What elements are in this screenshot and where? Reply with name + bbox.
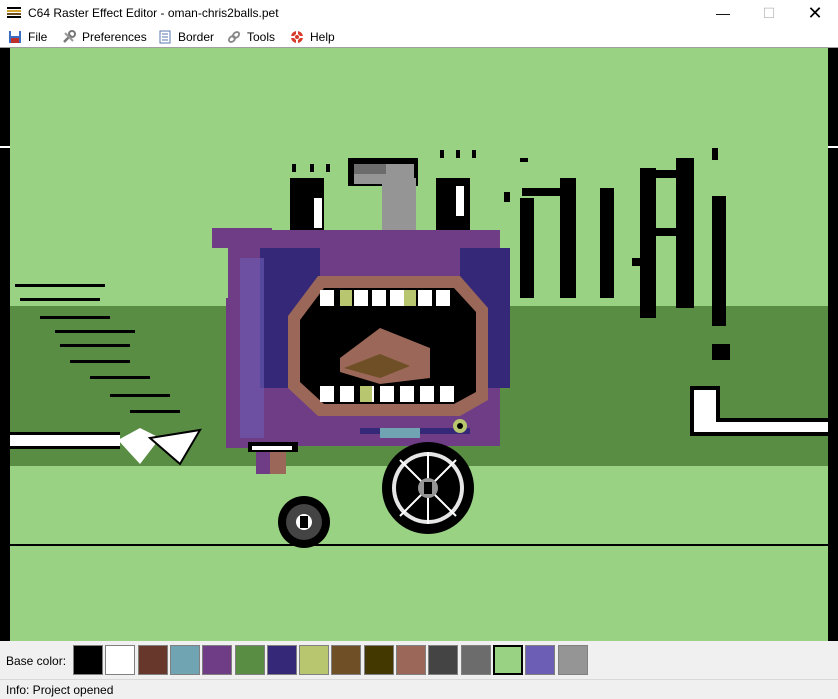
- color-swatch[interactable]: [460, 645, 491, 675]
- minimize-button[interactable]: —: [700, 0, 746, 26]
- color-swatch[interactable]: [169, 645, 200, 675]
- raster-canvas[interactable]: [0, 47, 838, 642]
- color-swatch[interactable]: [492, 645, 523, 675]
- status-text: Info: Project opened: [6, 683, 114, 697]
- menu-tools[interactable]: Tools: [227, 28, 275, 46]
- title-bar: C64 Raster Effect Editor - oman-chris2ba…: [0, 0, 838, 26]
- window-title: C64 Raster Effect Editor - oman-chris2ba…: [28, 6, 279, 20]
- status-bar: Info: Project opened: [0, 679, 838, 699]
- color-swatch[interactable]: [299, 645, 330, 675]
- lifebuoy-icon: [291, 31, 303, 43]
- maximize-button[interactable]: ☐: [746, 0, 792, 26]
- color-swatch[interactable]: [557, 645, 588, 675]
- base-color-label: Base color:: [6, 654, 67, 668]
- tools-icon: [63, 30, 76, 43]
- menu-file[interactable]: File: [8, 28, 47, 46]
- color-swatch[interactable]: [73, 645, 103, 675]
- close-button[interactable]: ✕: [792, 0, 838, 26]
- color-swatch[interactable]: [363, 645, 394, 675]
- color-swatch[interactable]: [266, 645, 297, 675]
- menu-preferences[interactable]: Preferences: [62, 28, 147, 46]
- color-swatch[interactable]: [428, 645, 459, 675]
- color-swatch[interactable]: [396, 645, 426, 675]
- save-icon: [9, 31, 21, 43]
- minimize-icon: —: [716, 5, 730, 21]
- close-icon: ✕: [807, 2, 823, 23]
- color-swatch[interactable]: [137, 645, 168, 675]
- color-swatch[interactable]: [331, 645, 362, 675]
- menu-border[interactable]: Border: [158, 28, 214, 46]
- color-swatch[interactable]: [525, 645, 556, 675]
- raster-artwork: [0, 48, 838, 642]
- palette-bar: Base color:: [0, 641, 838, 679]
- color-swatch[interactable]: [105, 645, 136, 675]
- color-swatch[interactable]: [202, 645, 233, 675]
- maximize-icon: ☐: [762, 4, 776, 21]
- app-icon: [7, 7, 21, 18]
- color-swatch[interactable]: [234, 645, 265, 675]
- document-icon: [159, 30, 171, 44]
- menu-bar: File Preferences Border Tools Help: [0, 26, 838, 47]
- menu-help[interactable]: Help: [290, 28, 335, 46]
- chain-icon: [227, 31, 241, 43]
